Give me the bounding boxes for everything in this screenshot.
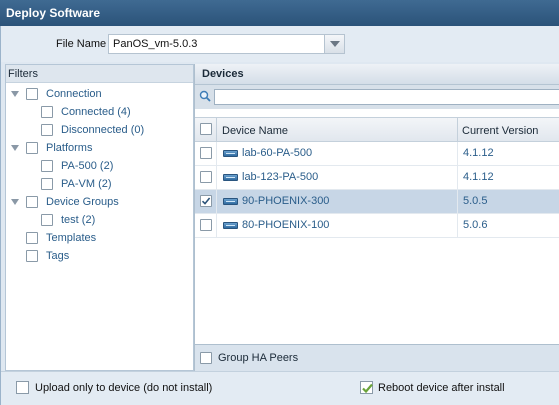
expand-toggle-icon[interactable] (11, 145, 19, 151)
select-all-cell (195, 118, 217, 141)
device-row[interactable]: lab-123-PA-500 4.1.12 (195, 166, 559, 190)
filter-checkbox-connection[interactable] (26, 88, 38, 100)
file-name-label: File Name (56, 38, 107, 50)
cell-divider (457, 166, 458, 189)
column-header-current-version[interactable]: Current Version (462, 125, 538, 137)
filter-item-pa-500[interactable]: PA-500 (2) (41, 159, 191, 175)
device-name: 80-PHOENIX-100 (242, 219, 330, 231)
filter-label-connection: Connection (46, 88, 102, 100)
file-name-combobox[interactable]: PanOS_vm-5.0.3 (108, 34, 345, 54)
device-version: 5.0.5 (463, 195, 488, 207)
column-divider[interactable] (457, 118, 458, 141)
file-name-value: PanOS_vm-5.0.3 (113, 38, 198, 50)
filter-label-pa-500: PA-500 (2) (61, 160, 114, 172)
device-version: 5.0.6 (463, 219, 488, 231)
filter-label-disconnected: Disconnected (0) (61, 124, 145, 136)
filter-label-device-groups: Device Groups (46, 196, 119, 208)
expand-toggle-icon[interactable] (11, 91, 19, 97)
row-checkbox-checked[interactable] (200, 195, 212, 207)
cell-divider (457, 142, 458, 165)
filter-checkbox-templates[interactable] (26, 232, 38, 244)
device-version: 4.1.12 (463, 171, 494, 183)
select-all-checkbox[interactable] (200, 123, 212, 135)
devices-panel: Devices Device Name Current Version lab-… (194, 64, 559, 371)
filter-item-connected[interactable]: Connected (4) (41, 105, 191, 121)
chevron-down-icon (330, 41, 340, 47)
deploy-dialog: File Name PanOS_vm-5.0.3 Filters Connect… (0, 26, 559, 405)
file-name-row: File Name PanOS_vm-5.0.3 (1, 26, 559, 62)
filter-group-platforms[interactable]: Platforms (11, 141, 191, 157)
group-ha-peers-checkbox[interactable] (200, 352, 212, 364)
filter-item-disconnected[interactable]: Disconnected (0) (41, 123, 191, 139)
window-title: Deploy Software (0, 0, 559, 26)
filter-checkbox-disconnected[interactable] (41, 124, 53, 136)
device-row[interactable]: 80-PHOENIX-100 5.0.6 (195, 214, 559, 238)
filter-label-templates: Templates (46, 232, 97, 244)
row-check-cell (195, 190, 217, 213)
group-ha-peers-bar: Group HA Peers (195, 344, 559, 371)
install-options-bar: Upload only to device (do not install) R… (1, 371, 559, 405)
filter-item-pa-vm[interactable]: PA-VM (2) (41, 177, 191, 193)
filter-checkbox-test[interactable] (41, 214, 53, 226)
filter-label-test: test (2) (61, 214, 96, 226)
checkmark-icon (362, 383, 373, 394)
reboot-after-install-label: Reboot device after install (378, 382, 505, 394)
filter-checkbox-pa-vm[interactable] (41, 178, 53, 190)
search-icon (199, 90, 211, 102)
devices-header: Devices (195, 64, 559, 85)
filter-checkbox-connected[interactable] (41, 106, 53, 118)
filters-header: Filters (6, 65, 193, 83)
cell-divider (457, 190, 458, 213)
firewall-device-icon (223, 198, 238, 205)
device-name: 90-PHOENIX-300 (242, 195, 330, 207)
reboot-after-install-checkbox[interactable] (360, 381, 373, 394)
filter-checkbox-platforms[interactable] (26, 142, 38, 154)
filter-label-pa-vm: PA-VM (2) (61, 178, 112, 190)
filter-checkbox-tags[interactable] (26, 250, 38, 262)
firewall-device-icon (223, 222, 238, 229)
device-name: lab-123-PA-500 (242, 171, 319, 183)
filter-label-platforms: Platforms (46, 142, 93, 154)
group-ha-peers-label: Group HA Peers (218, 352, 299, 364)
row-checkbox[interactable] (200, 171, 212, 183)
device-name: lab-60-PA-500 (242, 147, 313, 159)
filter-item-test[interactable]: test (2) (41, 213, 191, 229)
filter-checkbox-device-groups[interactable] (26, 196, 38, 208)
search-bar (195, 85, 559, 109)
filter-checkbox-pa-500[interactable] (41, 160, 53, 172)
column-header-device-name[interactable]: Device Name (222, 125, 288, 137)
search-input[interactable] (214, 89, 559, 105)
firewall-device-icon (223, 150, 238, 157)
file-name-dropdown-button[interactable] (324, 35, 344, 53)
row-checkbox[interactable] (200, 219, 212, 231)
firewall-device-icon (223, 174, 238, 181)
filter-group-device-groups[interactable]: Device Groups (11, 195, 191, 211)
filter-item-templates[interactable]: Templates (26, 231, 191, 247)
devices-grid-header: Device Name Current Version (195, 117, 559, 142)
expand-toggle-icon[interactable] (11, 199, 19, 205)
device-row-selected[interactable]: 90-PHOENIX-300 5.0.5 (195, 190, 559, 214)
upload-only-checkbox[interactable] (16, 381, 29, 394)
filters-panel: Filters Connection Connected (4) Disconn… (5, 64, 194, 371)
filter-label-connected: Connected (4) (61, 106, 131, 118)
cell-divider (457, 214, 458, 237)
row-check-cell (195, 166, 217, 189)
row-check-cell (195, 142, 217, 165)
row-check-cell (195, 214, 217, 237)
device-row[interactable]: lab-60-PA-500 4.1.12 (195, 142, 559, 166)
checkmark-icon (201, 197, 211, 205)
filter-label-tags: Tags (46, 250, 70, 262)
filter-group-connection[interactable]: Connection (11, 87, 191, 103)
upload-only-label: Upload only to device (do not install) (35, 382, 213, 394)
row-checkbox[interactable] (200, 147, 212, 159)
device-version: 4.1.12 (463, 147, 494, 159)
filter-item-tags[interactable]: Tags (26, 249, 191, 265)
